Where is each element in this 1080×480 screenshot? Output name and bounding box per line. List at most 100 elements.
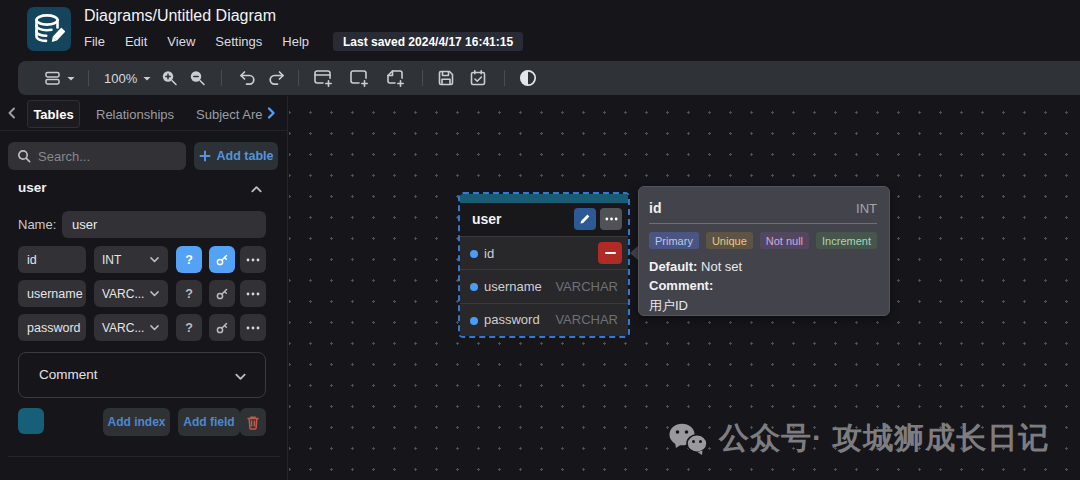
zoom-in-icon[interactable] [160, 69, 179, 88]
popup-badges: Primary Unique Not null Increment [649, 232, 877, 249]
menu-edit[interactable]: Edit [125, 34, 147, 49]
field-row-username: username VARC... ? [0, 280, 287, 307]
last-saved-badge: Last saved 2024/4/17 16:41:15 [333, 32, 523, 51]
tab-subject-areas[interactable]: Subject Are [196, 100, 263, 128]
search-placeholder: Search... [38, 149, 90, 164]
badge-increment: Increment [816, 232, 877, 249]
watermark-text: 公众号· 攻城狮成长日记 [719, 418, 1049, 459]
chevron-down-icon [234, 370, 247, 383]
node-field-id[interactable]: id [460, 236, 628, 269]
field-dot[interactable] [470, 283, 478, 291]
comment-collapse[interactable]: Comment [18, 352, 266, 398]
toolbar: 100% [18, 61, 1080, 95]
nullable-toggle-button[interactable]: ? [176, 246, 202, 273]
field-more-button[interactable] [240, 246, 266, 273]
delete-table-button[interactable] [240, 408, 266, 436]
menu-file[interactable]: File [84, 34, 105, 49]
table-node-accent [460, 194, 628, 203]
ellipsis-icon [246, 292, 260, 296]
menu-settings[interactable]: Settings [215, 34, 262, 49]
popup-comment-label: Comment: [649, 278, 877, 293]
chevron-down-icon [149, 254, 160, 265]
pencil-icon [579, 213, 591, 225]
add-area-icon[interactable] [348, 67, 370, 89]
table-color-swatch[interactable] [18, 408, 44, 434]
field-name-input[interactable]: username [18, 280, 86, 307]
page-title: Diagrams/Untitled Diagram [84, 7, 276, 25]
nullable-toggle-button[interactable]: ? [176, 314, 202, 341]
badge-primary: Primary [649, 232, 699, 249]
add-field-button[interactable]: Add field [178, 408, 240, 436]
field-more-button[interactable] [240, 314, 266, 341]
chevron-down-icon [149, 322, 160, 333]
todo-icon[interactable] [468, 68, 488, 88]
popup-divider [649, 223, 877, 224]
tab-relationships[interactable]: Relationships [96, 100, 174, 128]
field-type-select[interactable]: VARC... [94, 314, 168, 341]
field-dot[interactable] [470, 317, 478, 325]
add-table-icon[interactable] [312, 67, 334, 89]
sidebar-tabbar: Tables Relationships Subject Are [0, 96, 287, 131]
theme-contrast-icon[interactable] [518, 68, 538, 88]
node-field-password[interactable]: password VARCHAR [460, 303, 628, 336]
trash-icon [246, 415, 260, 430]
badge-not-null: Not null [760, 232, 809, 249]
node-more-button[interactable] [600, 208, 622, 230]
undo-icon[interactable] [237, 69, 257, 87]
field-type-select[interactable]: VARC... [94, 280, 168, 307]
diagram-canvas[interactable]: user id username VARCHAR password VARCHA… [289, 96, 1080, 480]
badge-unique: Unique [706, 232, 753, 249]
search-icon [17, 149, 31, 163]
plus-icon [199, 150, 211, 162]
menubar: File Edit View Settings Help [84, 34, 309, 49]
name-label: Name: [18, 217, 56, 232]
wechat-icon [667, 421, 709, 457]
field-detail-popup: id INT Primary Unique Not null Increment… [638, 186, 890, 316]
popup-field-name: id [649, 200, 661, 216]
field-dot[interactable] [470, 250, 478, 258]
field-name-input[interactable]: id [18, 246, 86, 273]
app-logo [27, 7, 71, 51]
watermark: 公众号· 攻城狮成长日记 [667, 418, 1049, 459]
redo-icon[interactable] [267, 69, 287, 87]
menu-help[interactable]: Help [282, 34, 309, 49]
table-name-input[interactable]: user [62, 211, 266, 238]
node-field-username[interactable]: username VARCHAR [460, 269, 628, 302]
field-name-input[interactable]: password [18, 314, 86, 341]
primary-key-toggle-button[interactable] [209, 246, 235, 273]
chevron-up-icon [250, 183, 263, 196]
table-accordion-user[interactable]: user [0, 176, 287, 202]
add-table-button[interactable]: Add table [194, 142, 278, 170]
table-node-header[interactable]: user [460, 203, 628, 236]
add-index-button[interactable]: Add index [103, 408, 170, 436]
key-icon [215, 253, 229, 267]
sidebar-divider [8, 456, 280, 457]
ellipsis-icon [246, 326, 260, 330]
tab-tables[interactable]: Tables [27, 100, 80, 128]
field-type-select[interactable]: INT [94, 246, 168, 273]
key-icon [215, 321, 229, 335]
tabs-scroll-right-icon[interactable] [264, 106, 278, 120]
nullable-toggle-button[interactable]: ? [176, 280, 202, 307]
zoom-level-dropdown[interactable]: 100% [104, 71, 152, 86]
layout-picker-icon[interactable] [43, 69, 76, 88]
key-icon [215, 287, 229, 301]
table-node-user[interactable]: user id username VARCHAR password VARCHA… [460, 194, 628, 336]
ellipsis-icon [605, 217, 618, 221]
node-edit-button[interactable] [574, 208, 596, 230]
field-row-password: password VARC... ? [0, 314, 287, 341]
primary-key-toggle-button[interactable] [209, 280, 235, 307]
search-input[interactable]: Search... [8, 142, 186, 170]
delete-field-button[interactable] [598, 242, 622, 264]
add-note-icon[interactable] [384, 67, 406, 89]
database-pencil-icon [30, 10, 68, 48]
primary-key-toggle-button[interactable] [209, 314, 235, 341]
save-icon[interactable] [436, 68, 456, 88]
tabs-scroll-left-icon[interactable] [5, 106, 19, 120]
field-more-button[interactable] [240, 280, 266, 307]
popup-comment-value: 用户ID [649, 297, 877, 315]
sidebar: Tables Relationships Subject Are Search.… [0, 96, 288, 480]
menu-view[interactable]: View [167, 34, 195, 49]
field-row-id: id INT ? [0, 246, 287, 273]
zoom-out-icon[interactable] [188, 69, 207, 88]
